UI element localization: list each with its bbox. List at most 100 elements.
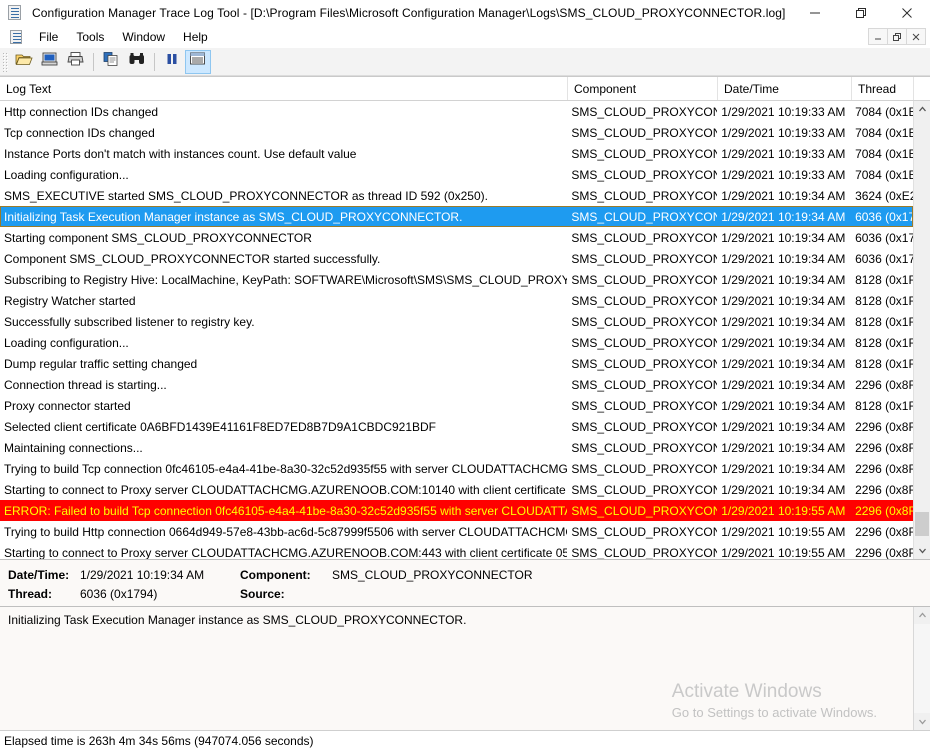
cell-comp: SMS_CLOUD_PROXYCONN: [571, 398, 718, 413]
table-row[interactable]: Http connection IDs changed SMS_CLOUD_PRO…: [0, 101, 913, 122]
table-row[interactable]: Registry Watcher started SMS_CLOUD_PROXYC…: [0, 290, 913, 311]
cell-thr: 7084 (0x1BAC): [855, 167, 913, 182]
detail-scroll-track[interactable]: [914, 624, 930, 713]
table-row[interactable]: Selected client certificate 0A6BFD1439E4…: [0, 416, 913, 437]
binoculars-icon: [128, 51, 146, 72]
detail-thread-value: 6036 (0x1794): [80, 586, 158, 601]
detail-message-text-container[interactable]: Initializing Task Execution Manager inst…: [0, 607, 913, 730]
print-button[interactable]: [63, 50, 89, 74]
copy-button[interactable]: [98, 50, 124, 74]
cell-date: 1/29/2021 10:19:33 AM: [721, 146, 846, 161]
cell-log: Loading configuration...: [4, 335, 129, 350]
table-row[interactable]: Tcp connection IDs changed SMS_CLOUD_PROX…: [0, 122, 913, 143]
table-row[interactable]: Subscribing to Registry Hive: LocalMachi…: [0, 269, 913, 290]
table-row[interactable]: Initializing Task Execution Manager inst…: [0, 206, 913, 227]
mdi-close-button[interactable]: [906, 28, 926, 45]
find-button[interactable]: [124, 50, 150, 74]
cell-comp: SMS_CLOUD_PROXYCONN: [571, 419, 718, 434]
detail-vertical-scrollbar[interactable]: [913, 607, 930, 730]
cell-comp: SMS_CLOUD_PROXYCONN: [571, 167, 718, 182]
cell-date: 1/29/2021 10:19:34 AM: [721, 461, 846, 476]
table-row[interactable]: Loading configuration... SMS_CLOUD_PROXYC…: [0, 164, 913, 185]
cell-comp: SMS_CLOUD_PROXYCONN: [571, 314, 718, 329]
table-row[interactable]: Dump regular traffic setting changed SMS_…: [0, 353, 913, 374]
scroll-track[interactable]: [914, 118, 930, 542]
cell-date: 1/29/2021 10:19:55 AM: [721, 503, 846, 518]
computer-monitor-icon: [41, 51, 59, 72]
table-row[interactable]: Proxy connector started SMS_CLOUD_PROXYCO…: [0, 395, 913, 416]
column-header-log-text[interactable]: Log Text: [0, 77, 568, 100]
table-row[interactable]: Instance Ports don't match with instance…: [0, 143, 913, 164]
cell-comp: SMS_CLOUD_PROXYCONN: [571, 125, 718, 140]
cell-thr: 8128 (0x1FC0): [855, 314, 913, 329]
status-bar: Elapsed time is 263h 4m 34s 56ms (947074…: [0, 730, 930, 750]
table-row[interactable]: Starting to connect to Proxy server CLOU…: [0, 542, 913, 560]
menu-item-file[interactable]: File: [30, 28, 67, 46]
detail-datetime-label: Date/Time:: [8, 567, 70, 582]
close-button[interactable]: [884, 0, 930, 26]
menu-item-window[interactable]: Window: [113, 28, 174, 46]
cell-log: ERROR: Failed to build Tcp connection 0f…: [4, 503, 568, 518]
printer-icon: [67, 51, 85, 72]
toolbar-separator: [154, 52, 155, 71]
cell-log: Subscribing to Registry Hive: LocalMachi…: [4, 272, 568, 287]
scroll-up-arrow[interactable]: [914, 101, 930, 118]
table-row[interactable]: Starting component SMS_CLOUD_PROXYCONNEC…: [0, 227, 913, 248]
cell-thr: 8128 (0x1FC0): [855, 272, 913, 287]
table-row[interactable]: Trying to build Tcp connection 0fc46105-…: [0, 458, 913, 479]
minimize-button[interactable]: [792, 0, 838, 26]
log-rows[interactable]: Http connection IDs changed SMS_CLOUD_PRO…: [0, 101, 913, 559]
cell-comp: SMS_CLOUD_PROXYCONN: [571, 377, 718, 392]
pause-button[interactable]: [159, 50, 185, 74]
detail-scroll-down-arrow[interactable]: [914, 713, 930, 730]
mdi-window-controls: [868, 28, 926, 45]
mdi-restore-button[interactable]: [887, 28, 907, 45]
detail-panel: Date/Time: 1/29/2021 10:19:34 AM Compone…: [0, 559, 930, 606]
cell-date: 1/29/2021 10:19:34 AM: [721, 272, 846, 287]
cell-thr: 2296 (0x8F8): [855, 440, 913, 455]
menu-item-tools[interactable]: Tools: [67, 28, 113, 46]
table-row[interactable]: SMS_EXECUTIVE started SMS_CLOUD_PROXYCON…: [0, 185, 913, 206]
scroll-down-arrow[interactable]: [914, 542, 930, 559]
cell-comp: SMS_CLOUD_PROXYCONN: [571, 524, 718, 539]
column-header-component[interactable]: Component: [568, 77, 718, 100]
table-row[interactable]: Loading configuration... SMS_CLOUD_PROXYC…: [0, 332, 913, 353]
cell-comp: SMS_CLOUD_PROXYCONN: [571, 356, 718, 371]
cell-thr: 6036 (0x1794): [855, 230, 913, 245]
cell-thr: 2296 (0x8F8): [855, 482, 913, 497]
menu-item-help[interactable]: Help: [174, 28, 217, 46]
list-lines-icon: [189, 51, 207, 72]
cell-date: 1/29/2021 10:19:34 AM: [721, 251, 846, 266]
open-connected-log-button[interactable]: [37, 50, 63, 74]
cell-comp: SMS_CLOUD_PROXYCONN: [571, 545, 718, 560]
menu-bar: File Tools Window Help: [0, 26, 930, 48]
table-row[interactable]: Starting to connect to Proxy server CLOU…: [0, 479, 913, 500]
mdi-minimize-button[interactable]: [868, 28, 888, 45]
table-row[interactable]: Successfully subscribed listener to regi…: [0, 311, 913, 332]
table-row[interactable]: Maintaining connections... SMS_CLOUD_PROX…: [0, 437, 913, 458]
maximize-button[interactable]: [838, 0, 884, 26]
cell-log: Connection thread is starting...: [4, 377, 167, 392]
log-vertical-scrollbar[interactable]: [913, 101, 930, 559]
cell-date: 1/29/2021 10:19:33 AM: [721, 167, 846, 182]
detail-scroll-up-arrow[interactable]: [914, 607, 930, 624]
table-row[interactable]: Connection thread is starting... SMS_CLOU…: [0, 374, 913, 395]
column-header-thread[interactable]: Thread: [852, 77, 914, 100]
toolbar-grip[interactable]: [2, 51, 8, 72]
title-bar: Configuration Manager Trace Log Tool - […: [0, 0, 930, 26]
cell-log: Initializing Task Execution Manager inst…: [4, 209, 463, 224]
cell-thr: 3624 (0xE28): [855, 188, 913, 203]
table-row[interactable]: Trying to build Http connection 0664d949…: [0, 521, 913, 542]
copy-icon: [102, 51, 120, 72]
table-row[interactable]: Component SMS_CLOUD_PROXYCONNECTOR start…: [0, 248, 913, 269]
table-row[interactable]: ERROR: Failed to build Tcp connection 0f…: [0, 500, 913, 521]
toolbar-separator: [93, 52, 94, 71]
open-file-button[interactable]: [11, 50, 37, 74]
cell-thr: 7084 (0x1BAC): [855, 146, 913, 161]
cell-date: 1/29/2021 10:19:34 AM: [721, 209, 846, 224]
detail-source-label: Source:: [240, 586, 285, 601]
auto-scroll-button[interactable]: [185, 49, 211, 74]
scroll-thumb[interactable]: [915, 512, 929, 536]
column-header-datetime[interactable]: Date/Time: [718, 77, 852, 100]
cell-log: SMS_EXECUTIVE started SMS_CLOUD_PROXYCON…: [4, 188, 488, 203]
